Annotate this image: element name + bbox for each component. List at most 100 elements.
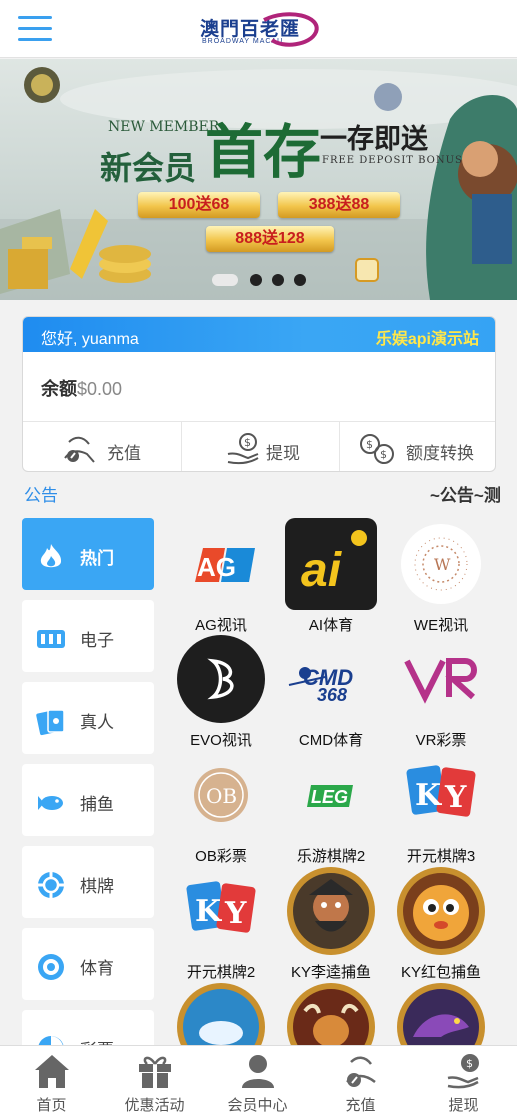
game-label: 乐游棋牌2 <box>296 848 366 865</box>
banner-offer-2: 388送88 <box>278 192 400 218</box>
game-tile-ob[interactable]: OB OB彩票 <box>165 749 277 865</box>
balance-label: 余额 <box>41 379 77 399</box>
game-tile-ag[interactable]: AG AG视讯 <box>165 518 277 634</box>
brand-logo[interactable]: 澳門百老匯 BROADWAY MACAU <box>196 10 326 50</box>
fish-icon <box>38 796 63 810</box>
withdraw-label: 提现 <box>266 444 300 463</box>
carousel-dot[interactable] <box>250 274 262 286</box>
category-label: 热门 <box>80 549 114 568</box>
withdraw-button[interactable]: $ 提现 <box>181 422 339 471</box>
banner-first-deposit: 首存 <box>205 118 322 186</box>
leg-logo-icon: LEG <box>307 785 353 807</box>
tab-label: 提现 <box>448 1097 479 1114</box>
tab-home[interactable]: 首页 <box>0 1046 103 1119</box>
game-tile-cmd[interactable]: CMD 368 CMD体育 <box>275 633 387 749</box>
svg-text:Y: Y <box>444 780 467 815</box>
transfer-label: 额度转换 <box>406 444 474 463</box>
tab-label: 优惠活动 <box>124 1097 185 1114</box>
category-slots[interactable]: 电子 <box>22 600 154 672</box>
notice-marquee[interactable]: ~公告~测 <box>430 481 517 506</box>
deposit-label: 充值 <box>107 444 141 463</box>
category-label: 体育 <box>80 959 114 978</box>
banner-offer-3: 888送128 <box>206 226 334 252</box>
top-header: 澳門百老匯 BROADWAY MACAU <box>0 0 517 58</box>
game-tile-leg[interactable]: LEG 乐游棋牌2 <box>275 749 387 865</box>
svg-text:LEG: LEG <box>311 787 348 807</box>
transfer-button[interactable]: $ $ 额度转换 <box>339 422 495 471</box>
game-tile-ky2[interactable]: K Y 开元棋牌2 <box>165 865 277 981</box>
svg-text:K: K <box>195 894 222 929</box>
slot-icon <box>37 630 65 648</box>
logo-swoosh-icon <box>263 12 319 47</box>
pufferfish-icon <box>397 867 485 955</box>
game-tile-ai[interactable]: ai AI体育 <box>275 518 387 634</box>
tab-label: 充值 <box>345 1097 376 1114</box>
category-label: 棋牌 <box>80 877 114 896</box>
ball-icon <box>38 954 64 980</box>
category-label: 捕鱼 <box>80 795 114 814</box>
game-label: 开元棋牌2 <box>186 964 256 981</box>
game-label: AG视讯 <box>195 617 247 634</box>
banner-new-member-en: NEW MEMBER <box>108 119 220 135</box>
game-label: 开元棋牌3 <box>406 848 476 865</box>
chip-icon <box>38 872 64 898</box>
vr-logo-icon <box>404 658 477 704</box>
carousel-dot[interactable] <box>272 274 284 286</box>
banner-offer-1: 100送68 <box>138 192 260 218</box>
category-label: 电子 <box>80 631 114 650</box>
transfer-icon: $ $ <box>360 434 394 464</box>
balance-display: 余额$0.00 <box>41 375 122 401</box>
ky-logo-icon: K Y <box>406 765 476 817</box>
carousel-dot[interactable] <box>294 274 306 286</box>
deposit-icon <box>64 436 95 463</box>
account-card-header: 您好, yuanma 乐娱api演示站 <box>23 317 495 352</box>
game-tile-vr[interactable]: VR彩票 <box>385 633 497 749</box>
carousel-dot-active[interactable] <box>212 274 238 286</box>
warrior-icon <box>287 867 375 955</box>
promo-banner[interactable]: NEW MEMBER 新会员 首存 一存即送 FREE DEPOSIT BONU… <box>0 59 517 300</box>
svg-text:OB: OB <box>206 784 237 808</box>
fire-icon <box>40 544 62 568</box>
category-fishing[interactable]: 捕鱼 <box>22 764 154 836</box>
withdraw-icon: $ <box>227 433 259 465</box>
game-tile-we[interactable]: W WE视讯 <box>385 518 497 634</box>
svg-text:W: W <box>434 555 451 574</box>
user-icon <box>241 1055 274 1088</box>
tab-deposit[interactable]: 充值 <box>309 1046 412 1119</box>
banner-deposit-bonus: 一存即送 <box>320 124 428 155</box>
we-logo-icon: W <box>401 524 481 604</box>
gift-icon <box>138 1056 171 1088</box>
category-board[interactable]: 棋牌 <box>22 846 154 918</box>
game-label: AI体育 <box>308 617 354 634</box>
category-live[interactable]: 真人 <box>22 682 154 754</box>
evo-logo-icon <box>177 635 265 723</box>
svg-text:Y: Y <box>224 896 247 931</box>
game-tile-ky-likui[interactable]: KY李逵捕鱼 <box>275 865 387 981</box>
site-name: 乐娱api演示站 <box>375 331 479 348</box>
svg-text:K: K <box>415 778 442 813</box>
game-tile-ky3[interactable]: K Y 开元棋牌3 <box>385 749 497 865</box>
game-tile-ky-hongbao[interactable]: KY红包捕鱼 <box>385 865 497 981</box>
home-icon <box>34 1055 69 1088</box>
svg-text:AG: AG <box>197 552 236 582</box>
menu-icon[interactable] <box>18 16 52 42</box>
game-label: OB彩票 <box>195 848 247 865</box>
tab-withdraw[interactable]: $ 提现 <box>412 1046 515 1119</box>
tab-label: 会员中心 <box>227 1097 288 1114</box>
game-tile-evo[interactable]: EVO视讯 <box>165 633 277 749</box>
category-hot[interactable]: 热门 <box>22 518 154 590</box>
game-label: CMD体育 <box>298 732 364 749</box>
game-label: KY红包捕鱼 <box>400 964 481 981</box>
ob-logo-icon: OB <box>194 768 248 822</box>
account-card: 您好, yuanma 乐娱api演示站 余额$0.00 充值 $ 提现 $ $ … <box>22 316 496 472</box>
cmd-logo-icon: CMD 368 <box>288 665 353 705</box>
game-label: VR彩票 <box>415 732 467 749</box>
deposit-button[interactable]: 充值 <box>23 422 181 471</box>
tab-promotions[interactable]: 优惠活动 <box>103 1046 206 1119</box>
banner-free-deposit-en: FREE DEPOSIT BONUS <box>322 155 463 166</box>
tab-member-center[interactable]: 会员中心 <box>206 1046 309 1119</box>
tab-label: 首页 <box>36 1097 67 1114</box>
svg-text:368: 368 <box>317 685 347 705</box>
svg-text:$: $ <box>380 448 387 461</box>
category-sports[interactable]: 体育 <box>22 928 154 1000</box>
